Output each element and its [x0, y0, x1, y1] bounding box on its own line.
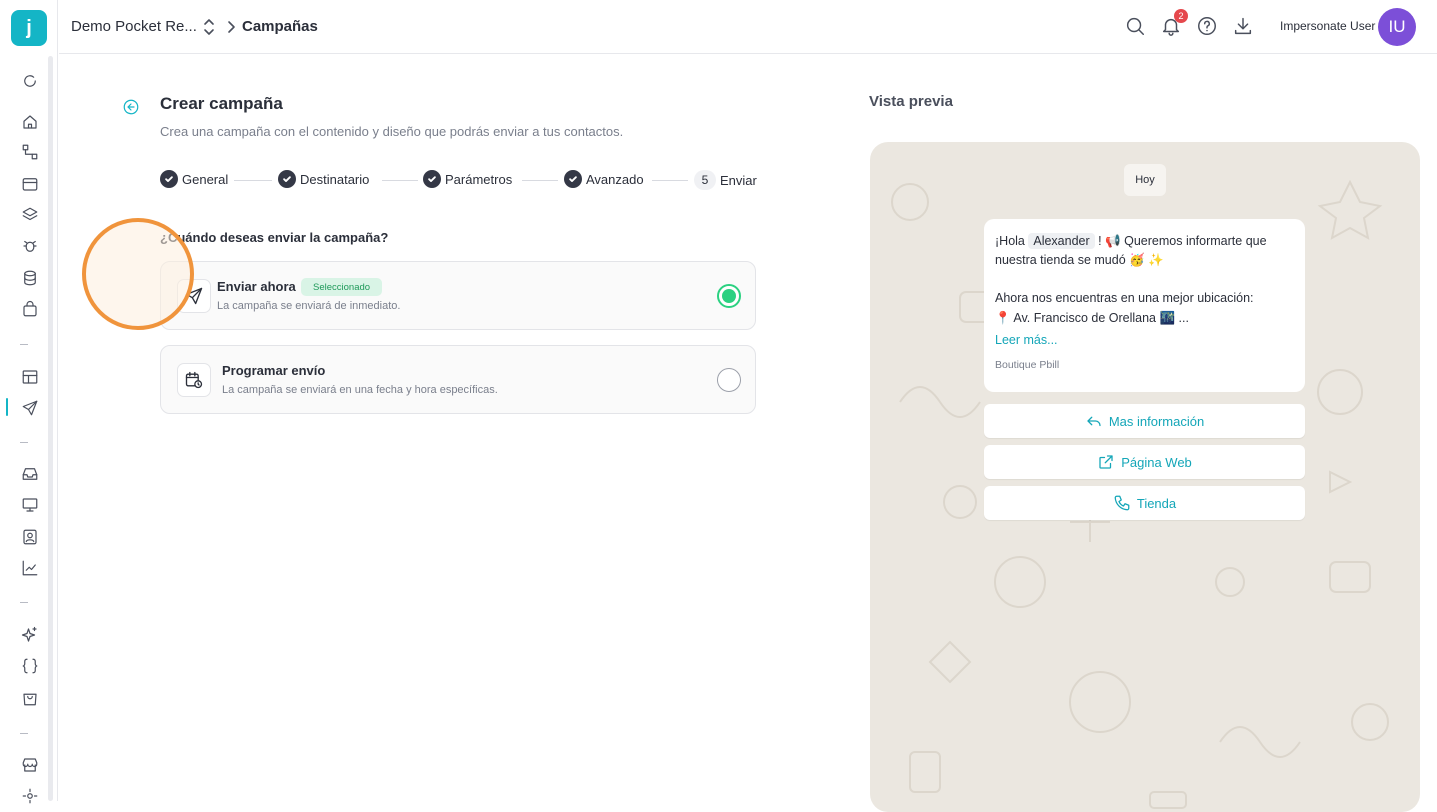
- step-connector: [234, 180, 272, 181]
- breadcrumb-current: Campañas: [242, 18, 318, 35]
- layers-icon[interactable]: [19, 204, 41, 226]
- page-subtitle: Crea una campaña con el contenido y dise…: [160, 124, 624, 139]
- bug-icon[interactable]: [19, 235, 41, 257]
- step-connector: [382, 180, 418, 181]
- message-text: ¡Hola: [995, 234, 1025, 248]
- store-icon[interactable]: [19, 754, 41, 776]
- step-parametros[interactable]: Parámetros: [423, 170, 512, 188]
- sidebar-active-indicator: [6, 398, 8, 416]
- inbox-icon[interactable]: [19, 463, 41, 485]
- click-indicator: [82, 218, 194, 330]
- app-logo[interactable]: j: [11, 10, 47, 46]
- check-icon: [564, 170, 582, 188]
- calendar-clock-icon: [177, 363, 211, 397]
- message-line: nuestra tienda se mudó 🥳 ✨: [995, 253, 1164, 267]
- help-icon[interactable]: [1196, 15, 1218, 37]
- step-enviar[interactable]: 5 Enviar: [694, 170, 757, 190]
- step-connector: [522, 180, 558, 181]
- sidebar-divider: [20, 442, 28, 443]
- account-switch-icon[interactable]: [202, 17, 216, 37]
- sidebar-scrollbar[interactable]: [48, 56, 53, 801]
- reply-icon: [1087, 416, 1101, 427]
- user-name[interactable]: Impersonate User: [1280, 19, 1375, 33]
- check-icon: [278, 170, 296, 188]
- sidebar-divider: [20, 733, 28, 734]
- check-icon: [160, 170, 178, 188]
- option-description: La campaña se enviará en una fecha y hor…: [222, 384, 498, 396]
- message-bubble: ¡Hola Alexander ! 📢 Queremos informarte …: [984, 219, 1305, 392]
- sidebar-divider: [20, 344, 28, 345]
- refresh-icon[interactable]: [19, 70, 41, 92]
- shopping-bag-icon[interactable]: [19, 687, 41, 709]
- option-title: Enviar ahora: [217, 279, 296, 294]
- bag-icon[interactable]: [19, 298, 41, 320]
- contacts-icon[interactable]: [19, 526, 41, 548]
- page-title: Crear campaña: [160, 94, 283, 113]
- option-title: Programar envío: [222, 363, 326, 378]
- chart-icon[interactable]: [19, 557, 41, 579]
- variable-chip: Alexander: [1028, 233, 1095, 249]
- sparkles-icon[interactable]: [19, 624, 41, 646]
- preview-title: Vista previa: [869, 93, 953, 110]
- braces-icon[interactable]: [19, 655, 41, 677]
- message-line: ¡Hola Alexander ! 📢 Queremos informarte …: [995, 233, 1267, 249]
- chat-preview: Hoy ¡Hola Alexander ! 📢 Queremos informa…: [870, 142, 1420, 812]
- button-label: Tienda: [1136, 495, 1177, 511]
- message-sender: Boutique Pbill: [995, 359, 1060, 371]
- option-description: La campaña se enviará de inmediato.: [217, 300, 401, 312]
- chevron-right-icon: [228, 21, 235, 33]
- archive-icon[interactable]: [19, 173, 41, 195]
- check-icon: [423, 170, 441, 188]
- send-icon[interactable]: [19, 397, 41, 419]
- option-radio[interactable]: [717, 284, 741, 308]
- button-label: Página Web: [1121, 454, 1192, 470]
- account-name[interactable]: Demo Pocket Re...: [71, 18, 197, 35]
- step-avanzado[interactable]: Avanzado: [564, 170, 644, 188]
- settings-icon[interactable]: [19, 785, 41, 807]
- sidebar: j: [0, 0, 58, 804]
- option-radio[interactable]: [717, 368, 741, 392]
- step-label: Enviar: [720, 172, 757, 188]
- download-icon[interactable]: [1232, 15, 1254, 37]
- external-link-icon: [1099, 455, 1113, 469]
- step-label: Destinatario: [300, 171, 370, 187]
- read-more-link[interactable]: Leer más...: [995, 333, 1058, 347]
- option-send-now[interactable]: Enviar ahora Seleccionado La campaña se …: [160, 261, 756, 330]
- database-icon[interactable]: [19, 267, 41, 289]
- monitor-icon[interactable]: [19, 494, 41, 516]
- button-label: Mas información: [1108, 413, 1205, 429]
- step-label: Avanzado: [586, 171, 644, 187]
- search-icon[interactable]: [1124, 15, 1146, 37]
- avatar[interactable]: IU: [1378, 8, 1416, 46]
- back-arrow-icon[interactable]: [122, 98, 140, 116]
- step-label: General: [182, 171, 229, 187]
- step-label: Parámetros: [445, 171, 513, 187]
- date-pill: Hoy: [1124, 164, 1166, 196]
- message-line: Ahora nos encuentras en una mejor ubicac…: [995, 291, 1254, 305]
- flow-icon[interactable]: [19, 141, 41, 163]
- phone-icon: [1114, 495, 1130, 511]
- selected-badge: Seleccionado: [301, 278, 383, 296]
- message-text: ! 📢 Queremos informarte que: [1098, 234, 1267, 248]
- notification-badge: 2: [1174, 9, 1188, 23]
- top-header: Demo Pocket Re... Campañas 2 Impersonate…: [59, 0, 1437, 54]
- layout-icon[interactable]: [19, 366, 41, 388]
- web-page-button[interactable]: Página Web: [984, 445, 1305, 479]
- step-number: 5: [694, 170, 716, 190]
- home-icon[interactable]: [19, 111, 41, 133]
- message-line: 📍 Av. Francisco de Orellana 🌃 ...: [995, 311, 1189, 325]
- option-schedule[interactable]: Programar envío La campaña se enviará en…: [160, 345, 756, 414]
- send-timing-question: ¿Cuándo deseas enviar la campaña?: [160, 230, 389, 245]
- store-call-button[interactable]: Tienda: [984, 486, 1305, 520]
- more-info-button[interactable]: Mas información: [984, 404, 1305, 438]
- step-destinatario[interactable]: Destinatario: [278, 170, 369, 188]
- step-general[interactable]: General: [160, 170, 228, 188]
- step-connector: [652, 180, 688, 181]
- sidebar-divider: [20, 602, 28, 603]
